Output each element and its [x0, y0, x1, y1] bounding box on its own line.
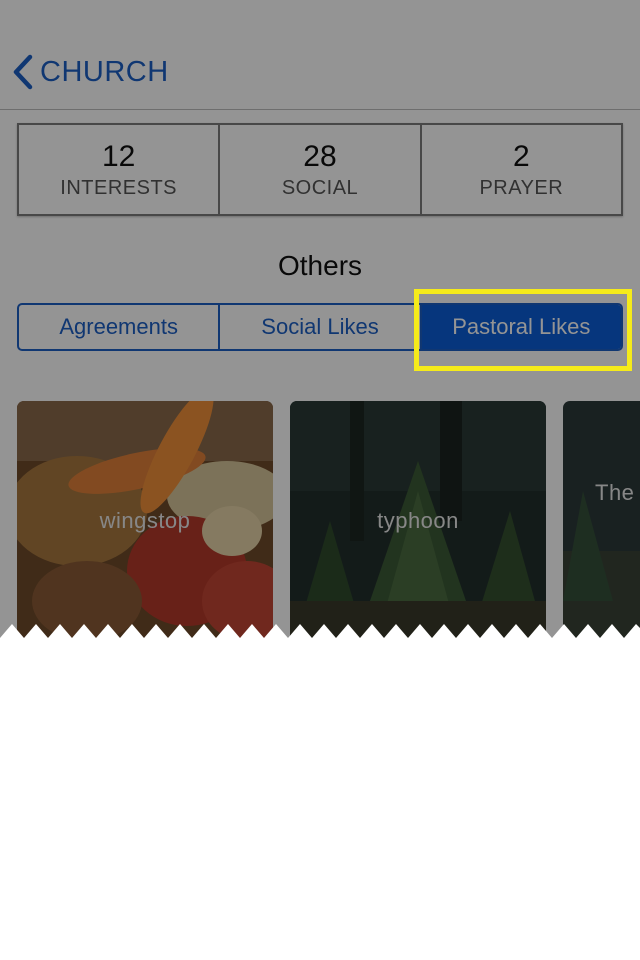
segmented-control: Agreements Social Likes Pastoral Likes: [17, 303, 623, 351]
tab-agreements[interactable]: Agreements: [19, 305, 221, 349]
section-title: Others: [277, 250, 363, 281]
back-label: CHURCH: [40, 55, 169, 88]
tab-pastoral-likes[interactable]: Pastoral Likes: [421, 305, 621, 349]
content-area: CHURCH 12 INTERESTS 28 SOCIAL 2 PRAYER O…: [0, 0, 640, 641]
back-button[interactable]: CHURCH: [12, 48, 169, 96]
card-wingstop[interactable]: wingstop: [17, 401, 273, 641]
card-typhoon[interactable]: typhoon: [290, 401, 546, 641]
chevron-left-icon: [12, 54, 34, 90]
stat-label: PRAYER: [479, 176, 564, 199]
tab-social-likes[interactable]: Social Likes: [220, 305, 422, 349]
stats-bar: 12 INTERESTS 28 SOCIAL 2 PRAYER: [17, 123, 623, 216]
navigation-bar: CHURCH: [0, 0, 640, 110]
card-label: typhoon: [377, 508, 459, 533]
blank-area: [0, 640, 640, 960]
stat-value: 2: [512, 139, 530, 173]
stat-label: SOCIAL: [281, 176, 359, 199]
card-the[interactable]: The: [563, 401, 640, 641]
card-label: wingstop: [99, 508, 191, 533]
stat-value: 12: [101, 139, 136, 173]
card-label: The: [595, 480, 635, 505]
stat-value: 28: [303, 139, 337, 173]
card-carousel: wingstop typhoon The: [17, 401, 640, 641]
stat-label: INTERESTS: [60, 176, 178, 199]
stat-interests[interactable]: 12 INTERESTS: [19, 125, 221, 214]
app-screen: CHURCH 12 INTERESTS 28 SOCIAL 2 PRAYER O…: [0, 0, 640, 960]
stat-social[interactable]: 28 SOCIAL: [220, 125, 422, 214]
stat-prayer[interactable]: 2 PRAYER: [422, 125, 621, 214]
